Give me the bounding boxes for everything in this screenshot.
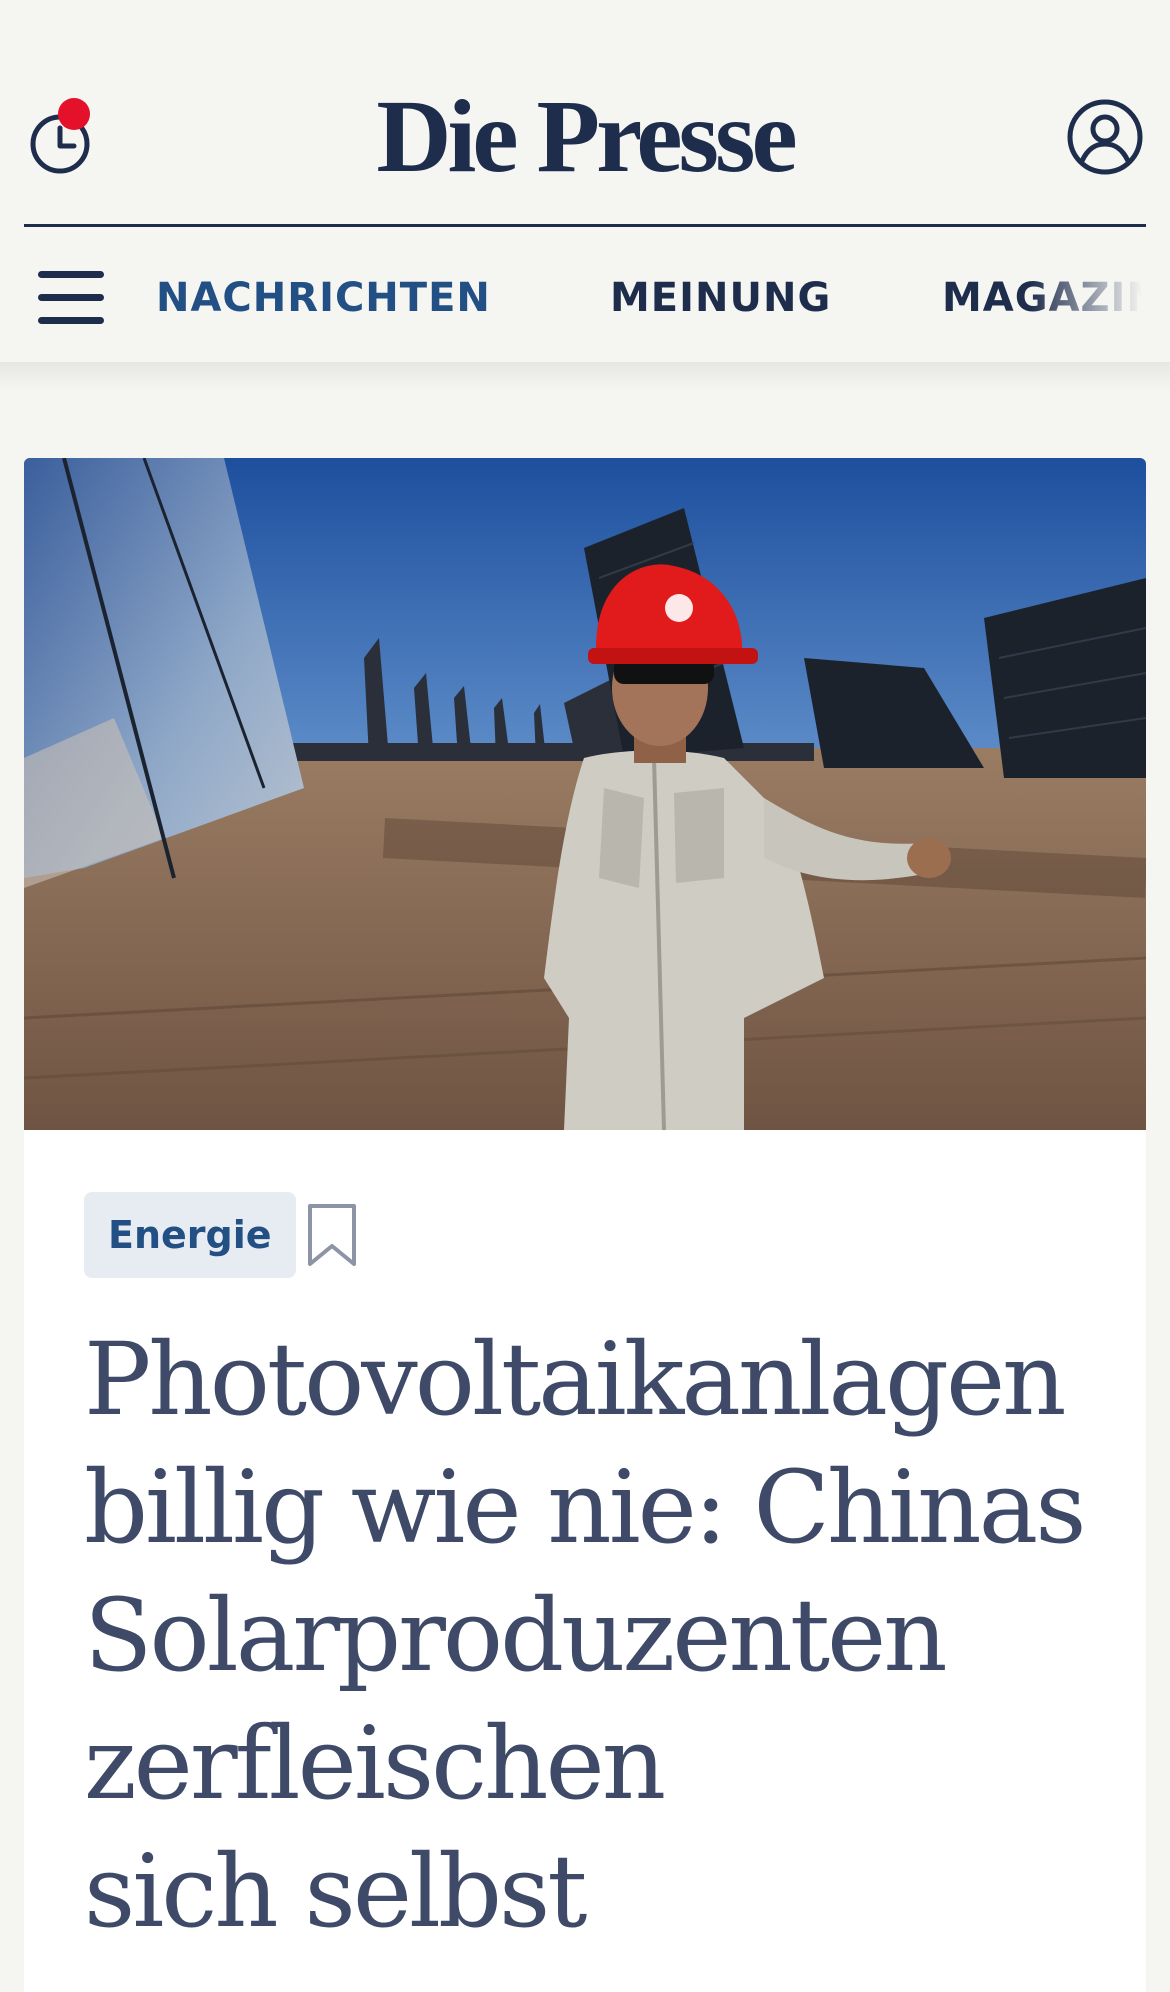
site-logo[interactable]: Die Presse bbox=[0, 82, 1170, 192]
hamburger-menu-icon[interactable] bbox=[38, 271, 106, 325]
hero-photo bbox=[24, 458, 1146, 1130]
account-button[interactable] bbox=[1066, 98, 1144, 176]
headline-line: billig wie nie: Chinas bbox=[84, 1449, 1087, 1566]
nav-item-meinung[interactable]: MEINUNG bbox=[610, 273, 831, 323]
article-meta: Energie bbox=[84, 1192, 684, 1280]
article-card[interactable]: Energie Photovoltaikanlagen billig wie n… bbox=[24, 458, 1146, 1992]
headline-line: sich selbst bbox=[84, 1833, 588, 1950]
nav-item-nachrichten[interactable]: NACHRICHTEN bbox=[156, 273, 491, 323]
article-hero-image[interactable] bbox=[24, 458, 1146, 1130]
article-headline[interactable]: Photovoltaikanlagen billig wie nie: Chin… bbox=[84, 1316, 1104, 1956]
article-feed: Energie Photovoltaikanlagen billig wie n… bbox=[0, 362, 1170, 1992]
header-top-bar: Die Presse bbox=[0, 0, 1170, 226]
bookmark-button[interactable] bbox=[306, 1202, 358, 1268]
category-tag[interactable]: Energie bbox=[84, 1192, 296, 1278]
headline-line: Photovoltaikanlagen bbox=[84, 1321, 1067, 1438]
headline-line: Solarproduzenten bbox=[84, 1577, 948, 1694]
user-account-icon bbox=[1067, 99, 1143, 175]
main-navigation: NACHRICHTEN MEINUNG MAGAZIN bbox=[0, 227, 1170, 362]
site-header: Die Presse NACHRICHTEN MEINUNG MAGAZIN bbox=[0, 0, 1170, 362]
bookmark-icon bbox=[308, 1204, 356, 1266]
nav-scroll-fade bbox=[1030, 227, 1170, 362]
page: Die Presse NACHRICHTEN MEINUNG MAGAZIN bbox=[0, 0, 1170, 1992]
header-shadow bbox=[0, 362, 1170, 392]
headline-line: zerfleischen bbox=[84, 1705, 666, 1822]
